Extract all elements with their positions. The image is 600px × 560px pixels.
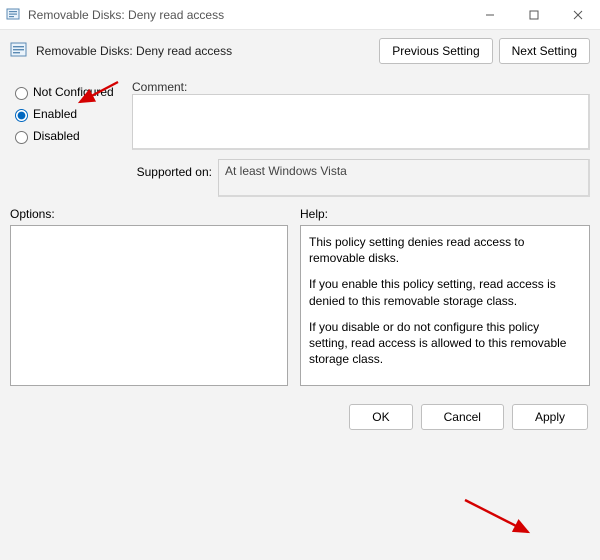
state-radio-group: Not Configured Enabled Disabled	[10, 74, 122, 197]
window-controls	[468, 0, 600, 29]
maximize-button[interactable]	[512, 0, 556, 29]
supported-on-label: Supported on:	[132, 159, 218, 197]
dialog-footer: OK Cancel Apply	[0, 394, 600, 440]
policy-header-icon	[10, 41, 30, 61]
radio-enabled[interactable]: Enabled	[10, 106, 122, 122]
policy-title: Removable Disks: Deny read access	[36, 44, 232, 58]
apply-button[interactable]: Apply	[512, 404, 588, 430]
titlebar: Removable Disks: Deny read access	[0, 0, 600, 30]
help-label: Help:	[300, 207, 590, 221]
ok-button[interactable]: OK	[349, 404, 412, 430]
help-pane: This policy setting denies read access t…	[300, 225, 590, 386]
radio-not-configured-label: Not Configured	[33, 85, 114, 99]
radio-not-configured-input[interactable]	[15, 87, 28, 100]
next-setting-button[interactable]: Next Setting	[499, 38, 590, 64]
help-paragraph: If you enable this policy setting, read …	[309, 276, 581, 308]
help-paragraph: This policy setting denies read access t…	[309, 234, 581, 266]
minimize-button[interactable]	[468, 0, 512, 29]
radio-disabled-input[interactable]	[15, 131, 28, 144]
comment-textarea[interactable]	[132, 94, 590, 150]
radio-disabled[interactable]: Disabled	[10, 128, 122, 144]
previous-setting-button[interactable]: Previous Setting	[379, 38, 492, 64]
close-button[interactable]	[556, 0, 600, 29]
radio-disabled-label: Disabled	[33, 129, 80, 143]
radio-enabled-label: Enabled	[33, 107, 77, 121]
window-title: Removable Disks: Deny read access	[28, 8, 468, 22]
supported-on-text	[218, 159, 590, 197]
help-paragraph: If you disable or do not configure this …	[309, 319, 581, 368]
cancel-button[interactable]: Cancel	[421, 404, 504, 430]
radio-enabled-input[interactable]	[15, 109, 28, 122]
options-pane	[10, 225, 288, 386]
comment-label: Comment:	[132, 80, 187, 94]
options-label: Options:	[10, 207, 288, 221]
policy-icon	[6, 7, 22, 23]
radio-not-configured[interactable]: Not Configured	[10, 84, 122, 100]
